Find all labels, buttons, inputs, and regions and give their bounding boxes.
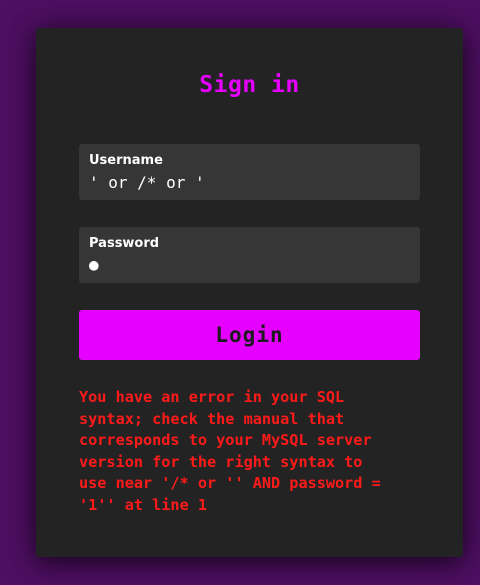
login-button[interactable]: Login bbox=[79, 310, 420, 360]
sign-in-card: Sign in Username ' or /* or ' Password ●… bbox=[36, 28, 463, 557]
password-field[interactable]: Password ● bbox=[79, 227, 420, 283]
password-label: Password bbox=[89, 236, 160, 251]
sql-error-message: You have an error in your SQL syntax; ch… bbox=[79, 388, 381, 514]
username-field[interactable]: Username ' or /* or ' bbox=[79, 144, 420, 200]
username-input[interactable]: ' or /* or ' bbox=[89, 172, 410, 194]
username-label: Username bbox=[89, 153, 163, 168]
page-title: Sign in bbox=[199, 72, 300, 98]
password-input[interactable]: ● bbox=[89, 254, 410, 276]
